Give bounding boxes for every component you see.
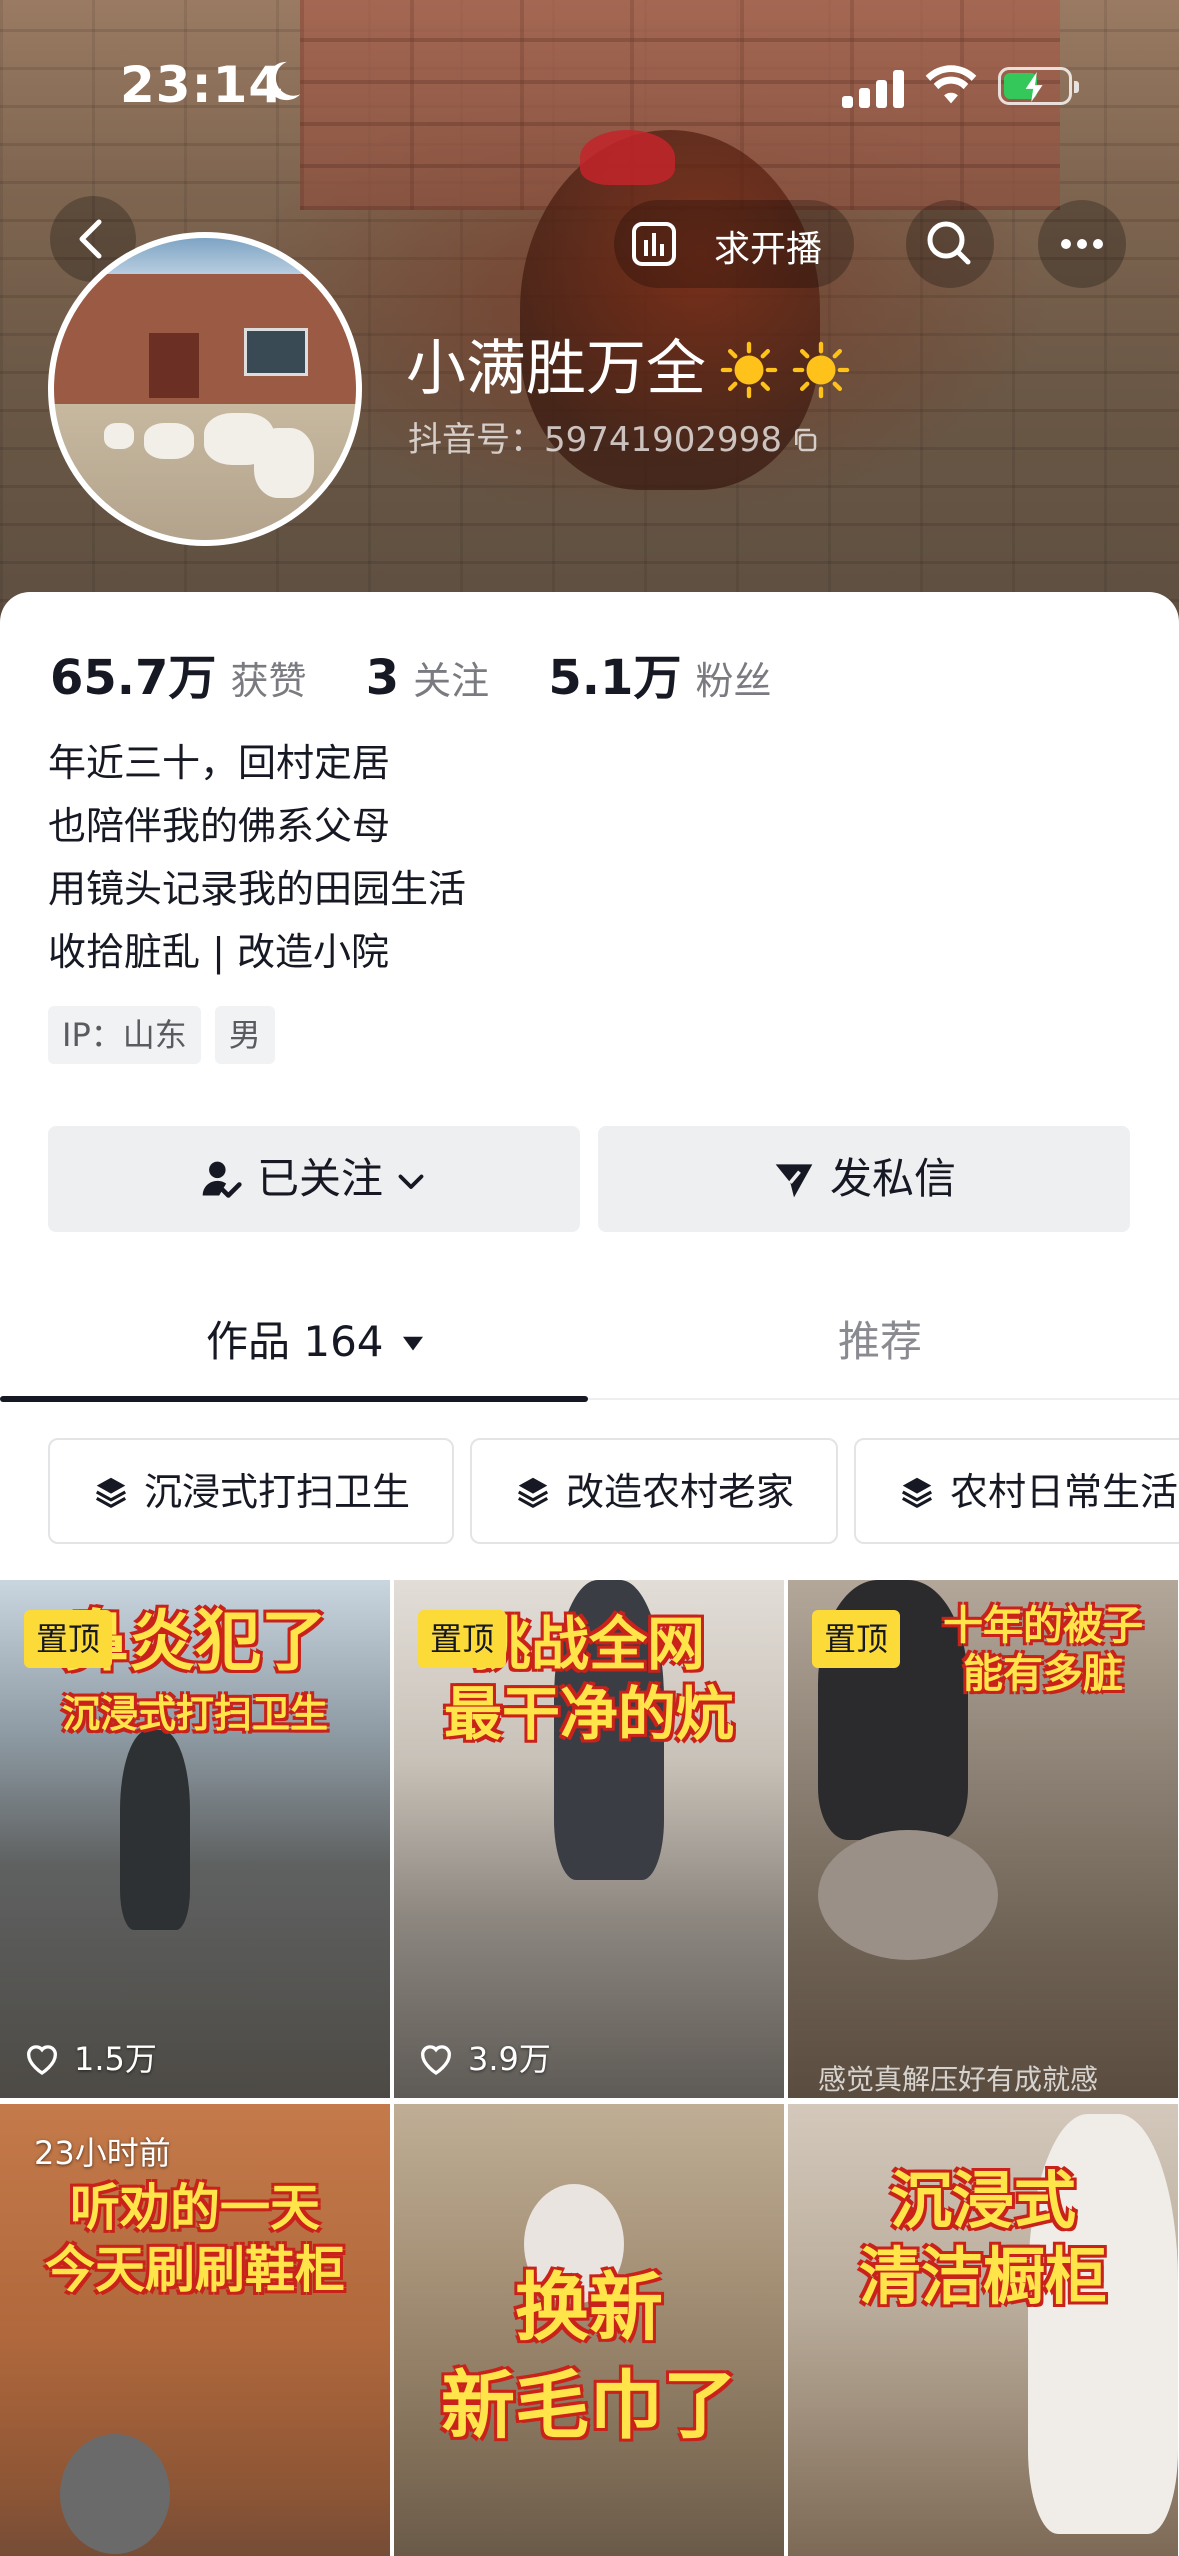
stack-layers-icon xyxy=(517,1477,549,1508)
stat-following[interactable]: 3 关注 xyxy=(366,650,489,706)
video-time-ago: 23小时前 xyxy=(34,2134,171,2172)
pinned-badge: 置顶 xyxy=(418,1610,507,1668)
send-icon xyxy=(775,1164,813,1198)
wifi-icon xyxy=(925,65,977,104)
sun-emoji-icon xyxy=(720,341,778,399)
tab-active-indicator xyxy=(0,1396,588,1402)
profile-tags: IP：山东男 xyxy=(48,1006,289,1064)
video-caption-sub: 今天刷刷鞋柜 xyxy=(45,2241,345,2299)
video-likes: 1.5万 xyxy=(22,2034,157,2080)
video-thumbnail[interactable]: 换新 新毛巾了 xyxy=(394,2104,784,2556)
request-live-label: 求开播 xyxy=(714,229,823,270)
profile-bio: 年近三十，回村定居 也陪伴我的佛系父母 用镜头记录我的田园生活 收拾脏乱 | 改… xyxy=(48,732,466,984)
tab-recommend[interactable]: 推荐 xyxy=(838,1308,922,1369)
goat-figure xyxy=(144,423,194,459)
heart-icon xyxy=(421,2045,451,2075)
stack-layers-icon xyxy=(95,1477,127,1508)
content-tabs: 作品 164 推荐 xyxy=(0,1290,1179,1400)
user-check-icon xyxy=(202,1161,242,1198)
bio-line: 收拾脏乱 | 改造小院 xyxy=(48,930,389,974)
send-message-button[interactable]: 发私信 xyxy=(598,1126,1130,1232)
more-options-button[interactable] xyxy=(1038,200,1126,288)
video-thumbnail[interactable]: 23小时前 听劝的一天 今天刷刷鞋柜 xyxy=(0,2104,390,2556)
video-caption-sub: 最干净的炕 xyxy=(443,1680,734,1748)
search-button[interactable] xyxy=(906,200,994,288)
video-thumbnail[interactable]: 鼻炎犯了 沉浸式打扫卫生 置顶 1.5万 xyxy=(0,1580,390,2098)
video-caption-sub: 新毛巾了 xyxy=(441,2363,737,2449)
tag-ip-location: IP：山东 xyxy=(48,1006,201,1064)
status-bar: 23:14 xyxy=(0,0,1179,150)
collections-row: 沉浸式打扫卫生 改造农村老家 农村日常生活 xyxy=(48,1438,1179,1544)
tab-works[interactable]: 作品 164 xyxy=(206,1308,428,1369)
sun-emoji-icon xyxy=(792,341,850,399)
video-caption-main: 听劝的一天 xyxy=(70,2179,320,2237)
video-caption-main: 沉浸式 xyxy=(889,2164,1076,2237)
pinned-badge: 置顶 xyxy=(812,1610,901,1668)
request-live-button[interactable]: 求开播 xyxy=(614,200,854,288)
video-subtitle: 感觉真解压好有成就感 xyxy=(818,2063,1099,2096)
pinned-badge: 置顶 xyxy=(24,1610,113,1668)
avatar[interactable] xyxy=(48,232,362,546)
video-caption-sub: 沉浸式打扫卫生 xyxy=(61,1692,328,1736)
collection-chip[interactable]: 农村日常生活 xyxy=(854,1438,1179,1544)
video-caption-main: 换新 xyxy=(515,2265,663,2351)
bio-line: 也陪伴我的佛系父母 xyxy=(48,804,391,848)
search-icon xyxy=(927,221,971,265)
battery-icon xyxy=(998,67,1079,105)
caret-down-icon xyxy=(402,1336,423,1351)
bio-line: 用镜头记录我的田园生活 xyxy=(48,867,467,911)
tag-gender: 男 xyxy=(214,1006,275,1064)
video-caption-sub: 清洁橱柜 xyxy=(858,2240,1107,2313)
collection-chip[interactable]: 改造农村老家 xyxy=(470,1438,839,1544)
video-thumbnail[interactable]: 挑战全网 最干净的炕 置顶 3.9万 xyxy=(394,1580,784,2098)
heart-icon xyxy=(27,2045,57,2075)
profile-stats: 65.7万 获赞 3 关注 5.1万 粉丝 xyxy=(50,638,815,706)
collection-chip[interactable]: 沉浸式打扫卫生 xyxy=(48,1438,455,1544)
goat-figure xyxy=(254,428,314,498)
video-likes: 3.9万 xyxy=(416,2034,551,2080)
goat-figure xyxy=(104,423,134,449)
stack-layers-icon xyxy=(902,1477,933,1508)
stat-likes[interactable]: 65.7万 获赞 xyxy=(50,638,306,708)
following-button[interactable]: 已关注 xyxy=(48,1126,580,1232)
stat-followers[interactable]: 5.1万 粉丝 xyxy=(548,638,771,708)
video-thumbnail[interactable]: 十年的被子 能有多脏 置顶 感觉真解压好有成就感 xyxy=(788,1580,1178,2098)
chevron-down-icon xyxy=(398,1174,424,1189)
bio-line: 年近三十，回村定居 xyxy=(48,741,391,785)
cellular-signal-icon xyxy=(842,70,906,108)
more-dots-icon xyxy=(1061,239,1103,249)
moon-icon xyxy=(267,61,301,101)
copy-icon[interactable] xyxy=(790,425,820,455)
profile-nickname: 小满胜万全 xyxy=(406,320,850,407)
video-thumbnail[interactable]: 沉浸式 清洁橱柜 xyxy=(788,2104,1178,2556)
live-chart-icon xyxy=(632,222,676,266)
douyin-id[interactable]: 抖音号：59741902998 xyxy=(408,412,820,461)
